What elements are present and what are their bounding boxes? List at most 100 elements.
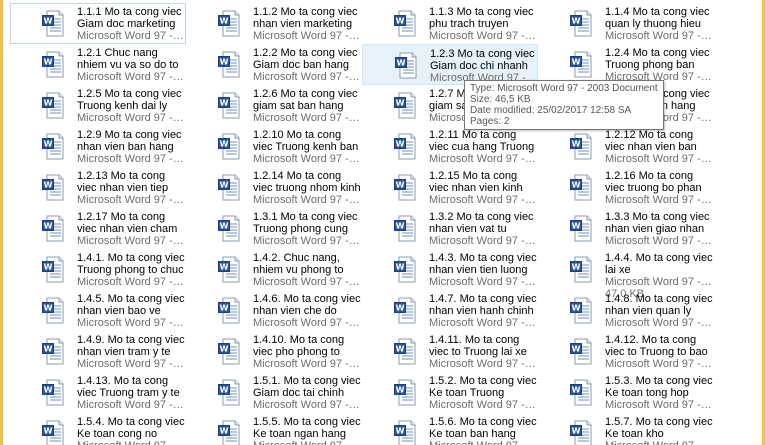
file-type: Microsoft Word 97 - 2003 D... xyxy=(429,440,537,445)
file-name: 1.1.1 Mo ta cong viec Giam doc marketing xyxy=(77,6,182,30)
svg-text:W: W xyxy=(397,59,406,68)
svg-text:W: W xyxy=(44,386,53,395)
file-name: 1.5.4. Mo ta cong viec Ke toan cong no xyxy=(77,416,185,440)
word-document-icon: W xyxy=(570,174,592,201)
file-item[interactable]: W 1.1.3 Mo ta cong viec phu trach truyen… xyxy=(362,3,538,44)
file-text: 1.5.6. Mo ta cong viec Ke toan ban hangM… xyxy=(429,416,537,445)
file-item[interactable]: W 1.5.4. Mo ta cong viec Ke toan cong no… xyxy=(10,413,186,445)
svg-text:W: W xyxy=(396,263,405,272)
file-text: 1.4.13. Mo ta cong viec Truong tram y te… xyxy=(77,375,185,411)
file-name: 1.2.13 Mo ta cong viec nhan vien tiep ta… xyxy=(77,170,169,194)
file-item[interactable]: W 1.2.17 Mo ta cong viec nhan vien cham … xyxy=(10,208,186,249)
file-item[interactable]: W 1.4.8. Mo ta cong viec nhan vien quan … xyxy=(538,290,714,331)
svg-text:W: W xyxy=(396,140,405,149)
file-item[interactable]: W 1.2.10 Mo ta cong viec Truong kenh ban… xyxy=(186,126,362,167)
file-name: 1.2.5 Mo ta cong viec Truong kenh dai ly xyxy=(77,88,182,112)
file-item[interactable]: W 1.2.13 Mo ta cong viec nhan vien tiep … xyxy=(10,167,186,208)
tooltip-size: Size: 46,5 KB xyxy=(470,94,531,105)
file-item[interactable]: W 1.3.3 Mo ta cong viec nhan vien giao n… xyxy=(538,208,714,249)
file-text: 1.4.8. Mo ta cong viec nhan vien quan ly… xyxy=(605,293,713,329)
file-item[interactable]: W 1.2.11 Mo ta cong viec cua hang Truong… xyxy=(362,126,538,167)
file-type: Microsoft Word 97 - 2003 D... xyxy=(253,71,361,83)
file-text: 1.5.1. Mo ta cong viec Giam doc tai chin… xyxy=(253,375,361,411)
file-type: Microsoft Word 97 - 2003 D... xyxy=(605,440,713,445)
file-item[interactable]: W 1.1.2 Mo ta cong viec nhan vien market… xyxy=(186,3,362,44)
file-item[interactable]: W 1.2.12 Mo ta cong viec nhan vien ban h… xyxy=(538,126,714,167)
file-text: 1.1.2 Mo ta cong viec nhan vien marketin… xyxy=(253,6,361,42)
svg-text:W: W xyxy=(220,58,229,67)
file-type: Microsoft Word 97 - 2003 D... xyxy=(77,30,185,42)
file-item[interactable]: W 1.4.3. Mo ta cong viec nhan vien tien … xyxy=(362,249,538,290)
file-text: 1.4.2. Chuc nang, nhiem vu phong to chuc… xyxy=(253,252,361,288)
file-text: 1.4.3. Mo ta cong viec nhan vien tien lu… xyxy=(429,252,537,288)
word-document-icon: W xyxy=(570,338,592,365)
file-text: 1.2.1 Chuc nang nhiem vu va so do to chu… xyxy=(77,47,185,83)
svg-text:W: W xyxy=(572,345,581,354)
file-item[interactable]: W 1.4.4. Mo ta cong viec lai xe Microsoft… xyxy=(538,249,714,300)
file-item[interactable]: W 1.4.5. Mo ta cong viec nhan vien bao v… xyxy=(10,290,186,331)
file-text: 1.2.4 Mo ta cong viec Truong phong ban h… xyxy=(605,47,713,83)
file-item[interactable]: W 1.5.5. Mo ta cong viec Ke toan ngan ha… xyxy=(186,413,362,445)
svg-text:W: W xyxy=(220,222,229,231)
file-item[interactable]: W 1.3.2 Mo ta cong viec nhan vien vat tu… xyxy=(362,208,538,249)
word-document-icon: W xyxy=(218,92,240,119)
word-document-icon: W xyxy=(42,297,64,324)
file-item[interactable]: W 1.2.9 Mo ta cong viec nhan vien ban ha… xyxy=(10,126,186,167)
file-text: 1.3.2 Mo ta cong viec nhan vien vat tu Mi… xyxy=(429,211,537,247)
file-text: 1.4.12. Mo ta cong viec to Truong to bao… xyxy=(605,334,713,370)
file-text: 1.2.3 Mo ta cong viec Giam doc chi nhanh… xyxy=(430,48,538,84)
word-document-icon: W xyxy=(218,256,240,283)
file-item[interactable]: W 1.1.1 Mo ta cong viec Giam doc marketi… xyxy=(10,3,186,44)
file-item[interactable]: W 1.4.2. Chuc nang, nhiem vu phong to ch… xyxy=(186,249,362,290)
word-document-icon: W xyxy=(42,133,64,160)
svg-text:W: W xyxy=(572,386,581,395)
file-item[interactable]: W 1.5.1. Mo ta cong viec Giam doc tai ch… xyxy=(186,372,362,413)
file-item[interactable]: W 1.2.3 Mo ta cong viec Giam doc chi nha… xyxy=(362,44,538,85)
file-item[interactable]: W 1.3.1 Mo ta cong viec Truong phong cun… xyxy=(186,208,362,249)
file-name: 1.2.1 Chuc nang nhiem vu va so do to chu… xyxy=(77,47,179,71)
file-item[interactable]: W 1.5.7. Mo ta cong viec Ke toan khoMicr… xyxy=(538,413,714,445)
file-item[interactable]: W 1.2.4 Mo ta cong viec Truong phong ban… xyxy=(538,44,714,85)
file-item[interactable]: W 1.4.12. Mo ta cong viec to Truong to b… xyxy=(538,331,714,372)
file-item[interactable]: W 1.4.7. Mo ta cong viec nhan vien hanh … xyxy=(362,290,538,331)
file-item[interactable]: W 1.4.1. Mo ta cong viec Truong phong to… xyxy=(10,249,186,290)
file-item[interactable]: W 1.4.10. Mo ta cong viec pho phong to c… xyxy=(186,331,362,372)
file-type: Microsoft Word 97 - 2003 D... xyxy=(605,276,713,288)
file-item[interactable]: W 1.2.16 Mo ta cong viec truong bo phan … xyxy=(538,167,714,208)
file-grid: W 1.1.1 Mo ta cong viec Giam doc marketi… xyxy=(3,3,714,445)
file-item[interactable]: W 1.4.9. Mo ta cong viec nhan vien tram … xyxy=(10,331,186,372)
file-text: 1.2.5 Mo ta cong viec Truong kenh dai ly… xyxy=(77,88,185,124)
file-item[interactable]: W 1.5.2. Mo ta cong viec Ke toan Truong M… xyxy=(362,372,538,413)
file-item[interactable]: W 1.2.14 Mo ta cong viec truong nhom kin… xyxy=(186,167,362,208)
file-name: 1.2.3 Mo ta cong viec Giam doc chi nhanh xyxy=(430,48,535,72)
word-document-icon: W xyxy=(394,338,416,365)
file-type: Microsoft Word 97 - 2003 D... xyxy=(429,235,537,247)
file-item[interactable]: W 1.2.15 Mo ta cong viec nhan vien kinh … xyxy=(362,167,538,208)
file-name: 1.3.1 Mo ta cong viec Truong phong cung … xyxy=(253,211,358,235)
svg-text:W: W xyxy=(572,222,581,231)
file-item[interactable]: W 1.4.6. Mo ta cong viec nhan vien che d… xyxy=(186,290,362,331)
svg-text:W: W xyxy=(572,304,581,313)
file-item[interactable]: W 1.2.5 Mo ta cong viec Truong kenh dai … xyxy=(10,85,186,126)
file-item[interactable]: W 1.5.3. Mo ta cong viec Ke toan tong ho… xyxy=(538,372,714,413)
file-item[interactable]: W 1.2.2 Mo ta cong viec Giam doc ban han… xyxy=(186,44,362,85)
file-type: Microsoft Word 97 - 2003 D... xyxy=(77,112,185,124)
file-type: Microsoft Word 97 - 2003 D... xyxy=(253,399,361,411)
file-type: Microsoft Word 97 - 2003 D... xyxy=(253,235,361,247)
file-type: Microsoft Word 97 - 2003 D... xyxy=(253,317,361,329)
word-document-icon: W xyxy=(394,174,416,201)
file-item[interactable]: W 1.1.4 Mo ta cong viec quan ly thuong h… xyxy=(538,3,714,44)
file-name: 1.4.6. Mo ta cong viec nhan vien che do xyxy=(253,293,361,317)
file-type: Microsoft Word 97 - 2003 D... xyxy=(429,194,537,206)
file-item[interactable]: W 1.2.1 Chuc nang nhiem vu va so do to c… xyxy=(10,44,186,85)
file-type: Microsoft Word 97 - 2003 D... xyxy=(253,440,361,445)
file-item[interactable]: W 1.4.13. Mo ta cong viec Truong tram y … xyxy=(10,372,186,413)
file-name: 1.2.14 Mo ta cong viec truong nhom kinh … xyxy=(253,170,361,194)
file-item[interactable]: W 1.2.6 Mo ta cong viec giam sat ban han… xyxy=(186,85,362,126)
file-item[interactable]: W 1.4.11. Mo ta cong viec to Truong lai … xyxy=(362,331,538,372)
svg-text:W: W xyxy=(572,58,581,67)
file-item[interactable]: W 1.5.6. Mo ta cong viec Ke toan ban han… xyxy=(362,413,538,445)
file-type: Microsoft Word 97 - 2003 D... xyxy=(253,358,361,370)
word-document-icon: W xyxy=(42,256,64,283)
word-document-icon: W xyxy=(218,10,240,37)
